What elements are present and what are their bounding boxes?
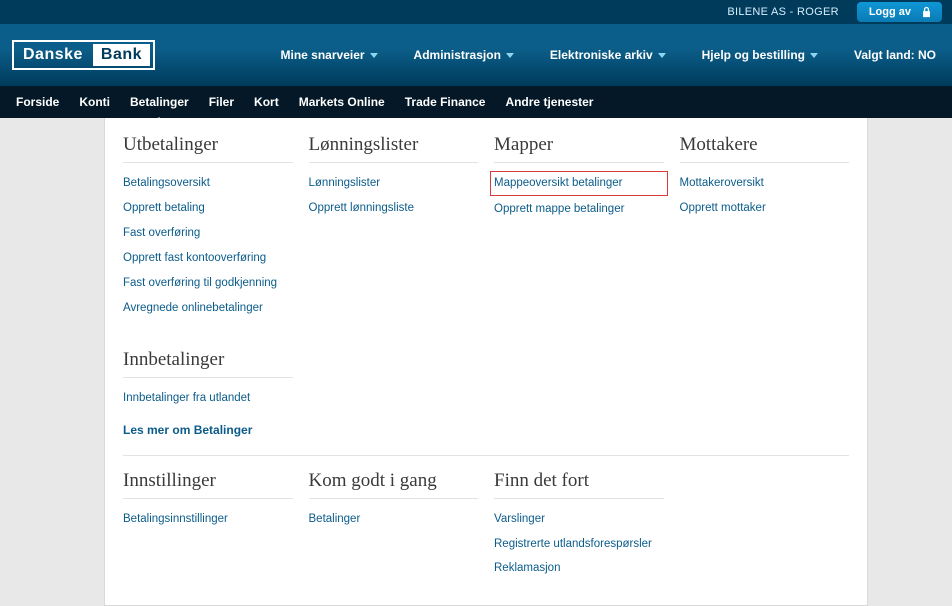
logo-left: Danske xyxy=(17,44,89,66)
link-fast-overforing-godkjenning[interactable]: Fast overføring til godkjenning xyxy=(123,271,293,296)
nav-label: Mine snarveier xyxy=(281,48,365,62)
nav-label: Hjelp og bestilling xyxy=(702,48,805,62)
tab-andre-tjenester[interactable]: Andre tjenester xyxy=(495,87,603,117)
chevron-down-icon xyxy=(506,53,514,58)
section-title: Mapper xyxy=(494,134,664,163)
lock-icon xyxy=(921,6,932,18)
link-opprett-mottaker[interactable]: Opprett mottaker xyxy=(680,196,850,221)
col-mapper: Mapper Mappeoversikt betalinger Opprett … xyxy=(486,134,672,437)
section-title: Innstillinger xyxy=(123,470,293,499)
nav-mine-snarveier[interactable]: Mine snarveier xyxy=(281,48,378,62)
top-bar: BILENE AS - ROGER Logg av xyxy=(0,0,952,24)
link-mottakeroversikt[interactable]: Mottakeroversikt xyxy=(680,171,850,196)
sub-nav: Forside Konti Betalinger Filer Kort Mark… xyxy=(0,86,952,118)
tab-kort[interactable]: Kort xyxy=(244,87,289,117)
logo-right: Bank xyxy=(93,44,150,66)
tab-forside[interactable]: Forside xyxy=(6,87,69,117)
menu-row-1: Utbetalinger Betalingsoversikt Opprett b… xyxy=(105,134,867,437)
link-betalingsoversikt[interactable]: Betalingsoversikt xyxy=(123,171,293,196)
link-les-mer-betalinger[interactable]: Les mer om Betalinger xyxy=(123,423,293,437)
section-title: Kom godt i gang xyxy=(309,470,479,499)
link-innbetalinger-utlandet[interactable]: Innbetalinger fra utlandet xyxy=(123,386,293,411)
nav-administrasjon[interactable]: Administrasjon xyxy=(414,48,514,62)
col-utbetalinger: Utbetalinger Betalingsoversikt Opprett b… xyxy=(115,134,301,437)
nav-label: Elektroniske arkiv xyxy=(550,48,653,62)
link-opprett-lonningsliste[interactable]: Opprett lønningsliste xyxy=(309,196,479,221)
chevron-down-icon xyxy=(370,53,378,58)
col-lonningslister: Lønningslister Lønningslister Opprett lø… xyxy=(301,134,487,437)
link-avregnede-onlinebetalinger[interactable]: Avregnede onlinebetalinger xyxy=(123,296,293,321)
chevron-down-icon xyxy=(658,53,666,58)
tab-markets-online[interactable]: Markets Online xyxy=(289,87,395,117)
section-title: Mottakere xyxy=(680,134,850,163)
link-fast-overforing[interactable]: Fast overføring xyxy=(123,221,293,246)
tab-konti[interactable]: Konti xyxy=(69,87,120,117)
nav-hjelp-og-bestilling[interactable]: Hjelp og bestilling xyxy=(702,48,818,62)
section-title: Utbetalinger xyxy=(123,134,293,163)
section-title: Innbetalinger xyxy=(123,349,293,378)
link-betalinger[interactable]: Betalinger xyxy=(309,507,479,532)
link-opprett-fast-kontooverforing[interactable]: Opprett fast kontooverføring xyxy=(123,246,293,271)
menu-row-2: Innstillinger Betalingsinnstillinger Kom… xyxy=(105,456,867,582)
header: Danske Bank Mine snarveier Administrasjo… xyxy=(0,24,952,86)
link-reklamasjon[interactable]: Reklamasjon xyxy=(494,556,664,581)
tab-betalinger[interactable]: Betalinger xyxy=(120,87,199,117)
link-mappeoversikt-betalinger[interactable]: Mappeoversikt betalinger xyxy=(490,171,668,196)
col-empty xyxy=(672,470,858,582)
nav-elektroniske-arkiv[interactable]: Elektroniske arkiv xyxy=(550,48,666,62)
tab-filer[interactable]: Filer xyxy=(199,87,244,117)
nav-label: Administrasjon xyxy=(414,48,501,62)
tab-trade-finance[interactable]: Trade Finance xyxy=(395,87,496,117)
link-varslinger[interactable]: Varslinger xyxy=(494,507,664,532)
user-label: BILENE AS - ROGER xyxy=(727,6,838,18)
col-innstillinger: Innstillinger Betalingsinnstillinger xyxy=(115,470,301,582)
col-mottakere: Mottakere Mottakeroversikt Opprett motta… xyxy=(672,134,858,437)
link-lonningslister[interactable]: Lønningslister xyxy=(309,171,479,196)
section-title: Finn det fort xyxy=(494,470,664,499)
logo[interactable]: Danske Bank xyxy=(12,40,155,70)
link-opprett-mappe-betalinger[interactable]: Opprett mappe betalinger xyxy=(494,197,664,222)
nav-label: Valgt land: NO xyxy=(854,48,936,62)
link-betalingsinnstillinger[interactable]: Betalingsinnstillinger xyxy=(123,507,293,532)
col-finn-det-fort: Finn det fort Varslinger Registrerte utl… xyxy=(486,470,672,582)
nav-valgt-land[interactable]: Valgt land: NO xyxy=(854,48,936,62)
main-nav: Mine snarveier Administrasjon Elektronis… xyxy=(281,48,941,62)
link-registrerte-utlandsforesporsler[interactable]: Registrerte utlandsforespørsler xyxy=(494,532,664,557)
logout-label: Logg av xyxy=(869,6,911,18)
link-opprett-betaling[interactable]: Opprett betaling xyxy=(123,196,293,221)
chevron-down-icon xyxy=(810,53,818,58)
logout-button[interactable]: Logg av xyxy=(857,2,942,22)
mega-menu: Utbetalinger Betalingsoversikt Opprett b… xyxy=(104,118,868,606)
col-kom-godt-i-gang: Kom godt i gang Betalinger xyxy=(301,470,487,582)
section-title: Lønningslister xyxy=(309,134,479,163)
